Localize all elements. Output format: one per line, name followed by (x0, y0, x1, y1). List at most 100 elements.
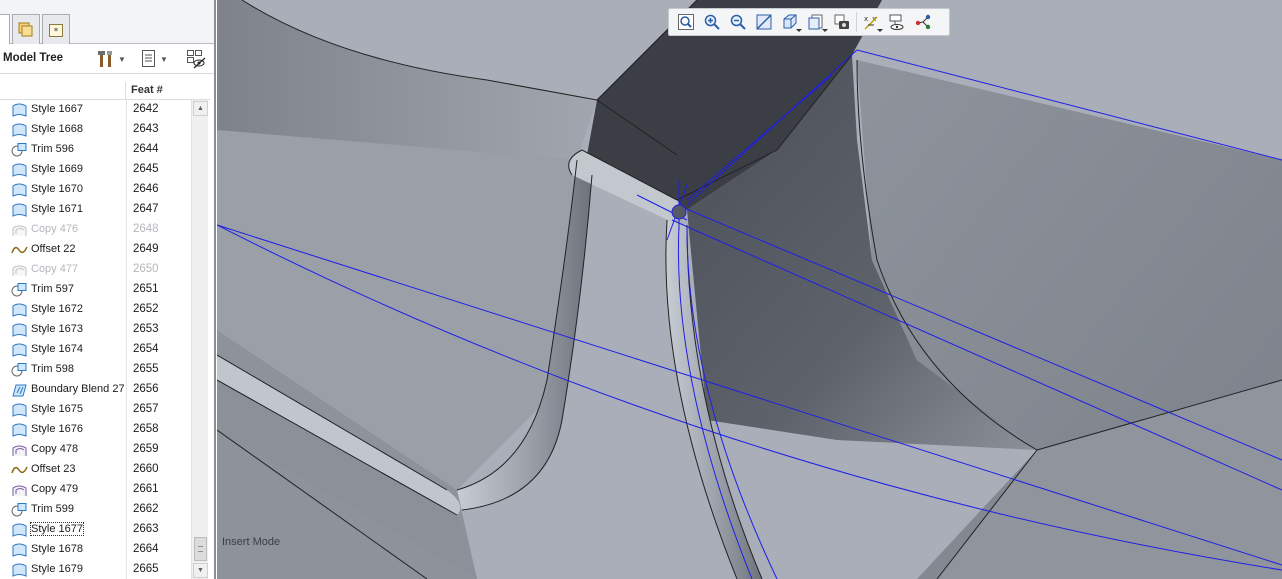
column-feat-header[interactable]: Feat # (131, 84, 163, 96)
tree-row[interactable]: Copy 477 2650 (0, 260, 190, 280)
tree-row[interactable]: Style 1676 2658 (0, 420, 190, 440)
zoom-in-icon (704, 14, 720, 30)
tree-scrollbar[interactable]: ▲ ▼ (191, 100, 208, 579)
tree-row[interactable]: Style 1674 2654 (0, 340, 190, 360)
trim-feature-icon (11, 362, 28, 378)
show-dropdown[interactable]: ▼ (140, 48, 168, 70)
trim-feature-icon (11, 282, 28, 298)
repaint-button[interactable] (751, 10, 777, 34)
blend-feature-icon (11, 382, 28, 398)
mode-status-label: Insert Mode (222, 536, 281, 548)
saved-views-button[interactable] (803, 10, 829, 34)
style-feature-icon (11, 102, 28, 118)
tree-row-feat-number: 2649 (133, 243, 159, 255)
tree-row-label: Style 1667 (31, 103, 83, 115)
tree-row-label: Style 1668 (31, 123, 83, 135)
style-feature-icon (11, 342, 28, 358)
tree-row[interactable]: Offset 23 2660 (0, 460, 190, 480)
tree-row[interactable]: Boundary Blend 27 2656 (0, 380, 190, 400)
navigator-panel: * Model Tree ▼ ▼ Feat # Style 1667 2642 … (0, 0, 216, 579)
view-manager-button[interactable] (829, 10, 855, 34)
settings-dropdown[interactable]: ▼ (96, 48, 126, 70)
tree-row-label: Trim 597 (31, 283, 74, 295)
tab-favorites[interactable]: * (42, 14, 70, 44)
zoom-out-button[interactable] (725, 10, 751, 34)
tree-row-feat-number: 2650 (133, 263, 159, 275)
tree-row-feat-number: 2657 (133, 403, 159, 415)
tree-row[interactable]: Style 1672 2652 (0, 300, 190, 320)
tree-row-feat-number: 2656 (133, 383, 159, 395)
repaint-icon (756, 14, 772, 30)
datum-display-button[interactable]: x x (858, 10, 884, 34)
tree-row-label: Style 1677 (30, 522, 84, 536)
tree-row-label: Boundary Blend 27 (31, 383, 125, 395)
offset-feature-icon (11, 462, 28, 478)
refit-icon (678, 14, 694, 30)
tree-row[interactable]: Copy 476 2648 (0, 220, 190, 240)
tree-row-label: Style 1679 (31, 563, 83, 575)
graphics-viewport[interactable]: x x (217, 0, 1282, 579)
tree-row-feat-number: 2645 (133, 163, 159, 175)
refit-button[interactable] (673, 10, 699, 34)
annotation-display-icon (889, 14, 904, 30)
style-feature-icon (11, 122, 28, 138)
tree-row-feat-number: 2659 (133, 443, 159, 455)
style-feature-icon (11, 562, 28, 578)
tree-row[interactable]: Copy 478 2659 (0, 440, 190, 460)
tree-row[interactable]: Style 1677 2663 (0, 520, 190, 540)
tree-row-feat-number: 2643 (133, 123, 159, 135)
tree-row-feat-number: 2653 (133, 323, 159, 335)
style-feature-icon (11, 402, 28, 418)
tree-row-label: Copy 476 (31, 223, 79, 235)
scroll-thumb[interactable] (194, 537, 207, 561)
folder-browser-tab-icon (18, 22, 33, 36)
svg-text:*: * (54, 27, 59, 37)
tree-row[interactable]: Trim 597 2651 (0, 280, 190, 300)
tree-row[interactable]: Style 1669 2645 (0, 160, 190, 180)
tree-row-label: Style 1670 (31, 183, 83, 195)
scroll-down-button[interactable]: ▼ (193, 563, 208, 578)
tree-row[interactable]: Style 1670 2646 (0, 180, 190, 200)
app-window: * Model Tree ▼ ▼ Feat # Style 1667 2642 … (0, 0, 1282, 579)
tree-row[interactable]: Trim 599 2662 (0, 500, 190, 520)
tree-row[interactable]: Style 1678 2664 (0, 540, 190, 560)
tree-filters-button[interactable] (185, 48, 207, 70)
tree-row-feat-number: 2660 (133, 463, 159, 475)
tree-row-feat-number: 2646 (133, 183, 159, 195)
suppressed-copy-feature-icon (11, 222, 28, 238)
tree-row-feat-number: 2665 (133, 563, 159, 575)
tree-row-label: Style 1678 (31, 543, 83, 555)
tree-row-label: Style 1675 (31, 403, 83, 415)
tree-row-label: Style 1676 (31, 423, 83, 435)
spin-center-icon (915, 14, 931, 30)
tree-row-label: Trim 599 (31, 503, 74, 515)
tree-row[interactable]: Style 1679 2665 (0, 560, 190, 579)
tree-row[interactable]: Style 1671 2647 (0, 200, 190, 220)
view-manager-icon (834, 14, 849, 29)
column-name-header[interactable] (0, 82, 126, 100)
tree-row-feat-number: 2661 (133, 483, 159, 495)
tree-row[interactable]: Style 1667 2642 (0, 100, 190, 120)
zoom-in-button[interactable] (699, 10, 725, 34)
style-feature-icon (11, 162, 28, 178)
tree-row[interactable]: Trim 596 2644 (0, 140, 190, 160)
svg-text:x: x (864, 15, 868, 23)
tree-row-feat-number: 2652 (133, 303, 159, 315)
tree-filter-icon (187, 50, 206, 69)
tree-row[interactable]: Trim 598 2655 (0, 360, 190, 380)
model-tree-list: Style 1667 2642 Style 1668 2643 Trim 596 2644… (0, 100, 190, 579)
scroll-up-button[interactable]: ▲ (193, 101, 208, 116)
spin-center-button[interactable] (910, 10, 936, 34)
tree-row[interactable]: Style 1673 2653 (0, 320, 190, 340)
annotation-display-button[interactable] (884, 10, 910, 34)
suppressed-copy-feature-icon (11, 262, 28, 278)
tree-row[interactable]: Style 1675 2657 (0, 400, 190, 420)
tree-row[interactable]: Offset 22 2649 (0, 240, 190, 260)
tree-row-label: Trim 596 (31, 143, 74, 155)
tree-row[interactable]: Copy 479 2661 (0, 480, 190, 500)
tree-row[interactable]: Style 1668 2643 (0, 120, 190, 140)
display-style-button[interactable] (777, 10, 803, 34)
tab-folder-browser[interactable] (12, 14, 40, 44)
tab-model-tree[interactable] (0, 14, 10, 45)
tools-icon (98, 51, 112, 67)
